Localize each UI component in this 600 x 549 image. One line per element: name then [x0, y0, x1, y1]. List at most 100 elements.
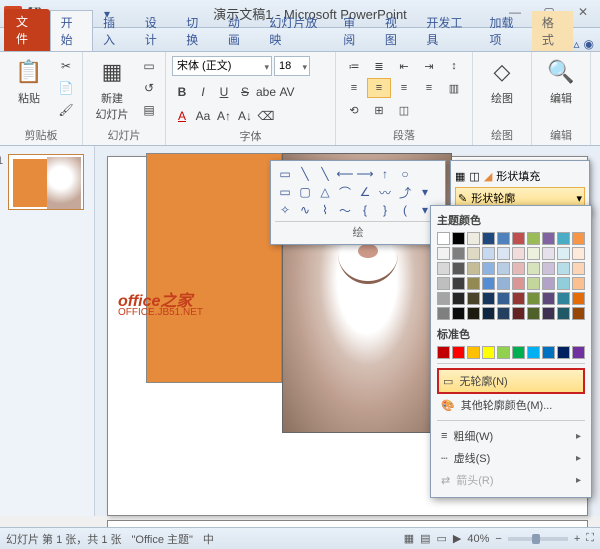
color-swatch[interactable]: [467, 262, 480, 275]
color-swatch[interactable]: [482, 346, 495, 359]
color-swatch[interactable]: [467, 277, 480, 290]
font-color-button[interactable]: A: [172, 106, 192, 126]
color-swatch[interactable]: [452, 307, 465, 320]
color-swatch[interactable]: [497, 262, 510, 275]
indent-dec-button[interactable]: ⇤: [392, 56, 416, 76]
numbering-button[interactable]: ≣: [367, 56, 391, 76]
color-swatch[interactable]: [572, 292, 585, 305]
color-swatch[interactable]: [467, 292, 480, 305]
color-swatch[interactable]: [452, 277, 465, 290]
quick-styles-row[interactable]: ▦ ◫ ◢ 形状填充: [455, 165, 585, 187]
color-swatch[interactable]: [512, 262, 525, 275]
color-swatch[interactable]: [542, 232, 555, 245]
zoom-out-icon[interactable]: −: [495, 533, 501, 545]
color-swatch[interactable]: [557, 307, 570, 320]
color-swatch[interactable]: [542, 247, 555, 260]
new-slide-button[interactable]: ▦ 新建 幻灯片: [89, 56, 135, 125]
color-swatch[interactable]: [497, 232, 510, 245]
cut-icon[interactable]: ✂: [56, 56, 76, 76]
color-swatch[interactable]: [557, 346, 570, 359]
color-swatch[interactable]: [527, 307, 540, 320]
color-swatch[interactable]: [482, 247, 495, 260]
color-swatch[interactable]: [527, 232, 540, 245]
color-swatch[interactable]: [557, 247, 570, 260]
color-swatch[interactable]: [572, 277, 585, 290]
align-center-button[interactable]: ≡: [367, 78, 391, 98]
paste-button[interactable]: 📋 粘贴: [6, 56, 52, 125]
tab-developer[interactable]: 开发工具: [416, 11, 479, 51]
columns-button[interactable]: ▥: [442, 78, 466, 98]
shape-line[interactable]: ╲: [295, 165, 315, 183]
line-spacing-button[interactable]: ↕: [442, 56, 466, 76]
shape-wave[interactable]: 〜: [335, 201, 355, 219]
color-swatch[interactable]: [497, 277, 510, 290]
slide-thumb-1[interactable]: [8, 154, 84, 210]
minimize-ribbon-icon[interactable]: ▵: [573, 37, 579, 51]
no-outline-item[interactable]: ▭ 无轮廓(N): [437, 368, 585, 394]
char-spacing-button[interactable]: AV: [277, 82, 297, 102]
smartart-button[interactable]: ◫: [392, 100, 416, 120]
color-swatch[interactable]: [572, 262, 585, 275]
tab-transitions[interactable]: 切换: [176, 11, 218, 51]
color-swatch[interactable]: [527, 346, 540, 359]
color-swatch[interactable]: [557, 277, 570, 290]
shape-paren-l[interactable]: (: [395, 201, 415, 219]
color-swatch[interactable]: [572, 232, 585, 245]
zoom-level[interactable]: 40%: [467, 533, 489, 545]
close-button[interactable]: ✕: [570, 5, 596, 23]
language-indicator[interactable]: 中: [203, 531, 214, 547]
align-left-button[interactable]: ≡: [342, 78, 366, 98]
font-size-combo[interactable]: 18: [274, 56, 310, 76]
zoom-slider[interactable]: [508, 537, 568, 541]
color-swatch[interactable]: [527, 277, 540, 290]
color-swatch[interactable]: [542, 262, 555, 275]
view-sorter-icon[interactable]: ▤: [420, 532, 430, 545]
shape-free[interactable]: ⌇: [315, 201, 335, 219]
fit-window-icon[interactable]: ⛶: [586, 532, 594, 545]
color-swatch[interactable]: [557, 232, 570, 245]
tab-home[interactable]: 开始: [50, 10, 94, 51]
color-swatch[interactable]: [512, 292, 525, 305]
color-swatch[interactable]: [467, 307, 480, 320]
editing-button[interactable]: 🔍 编辑: [538, 56, 584, 125]
underline-button[interactable]: U: [214, 82, 234, 102]
color-swatch[interactable]: [572, 247, 585, 260]
color-swatch[interactable]: [437, 262, 450, 275]
color-swatch[interactable]: [497, 307, 510, 320]
strike-button[interactable]: S: [235, 82, 255, 102]
weight-item[interactable]: ≡ 粗细(W) ▸: [437, 425, 585, 447]
align-right-button[interactable]: ≡: [392, 78, 416, 98]
tab-format[interactable]: 格式: [532, 11, 574, 51]
section-icon[interactable]: ▤: [139, 100, 159, 120]
tab-view[interactable]: 视图: [375, 11, 417, 51]
shape-curve[interactable]: ∿: [295, 201, 315, 219]
shape-oval[interactable]: ○: [395, 165, 415, 183]
orange-rectangle[interactable]: [146, 153, 282, 383]
shape-blob[interactable]: ✧: [275, 201, 295, 219]
color-swatch[interactable]: [452, 346, 465, 359]
bold-button[interactable]: B: [172, 82, 192, 102]
color-swatch[interactable]: [467, 232, 480, 245]
color-swatch[interactable]: [527, 262, 540, 275]
color-swatch[interactable]: [437, 307, 450, 320]
view-reading-icon[interactable]: ▭: [437, 532, 447, 545]
format-painter-icon[interactable]: 🖌: [56, 100, 76, 120]
shape-arrow-l[interactable]: ⟵: [335, 165, 355, 183]
shape-conn[interactable]: ⤴: [395, 183, 415, 201]
help-icon[interactable]: ◉: [584, 37, 594, 51]
color-swatch[interactable]: [542, 307, 555, 320]
color-swatch[interactable]: [482, 292, 495, 305]
copy-icon[interactable]: 📄: [56, 78, 76, 98]
color-swatch[interactable]: [527, 292, 540, 305]
color-swatch[interactable]: [512, 277, 525, 290]
change-case-button[interactable]: Aa: [193, 106, 213, 126]
tab-animations[interactable]: 动画: [218, 11, 260, 51]
drawing-button[interactable]: ◇ 绘图: [479, 56, 525, 125]
color-swatch[interactable]: [452, 292, 465, 305]
color-swatch[interactable]: [437, 277, 450, 290]
shape-rrect[interactable]: ▢: [295, 183, 315, 201]
color-swatch[interactable]: [512, 346, 525, 359]
color-swatch[interactable]: [437, 346, 450, 359]
color-swatch[interactable]: [437, 232, 450, 245]
font-name-combo[interactable]: 宋体 (正文): [172, 56, 272, 76]
